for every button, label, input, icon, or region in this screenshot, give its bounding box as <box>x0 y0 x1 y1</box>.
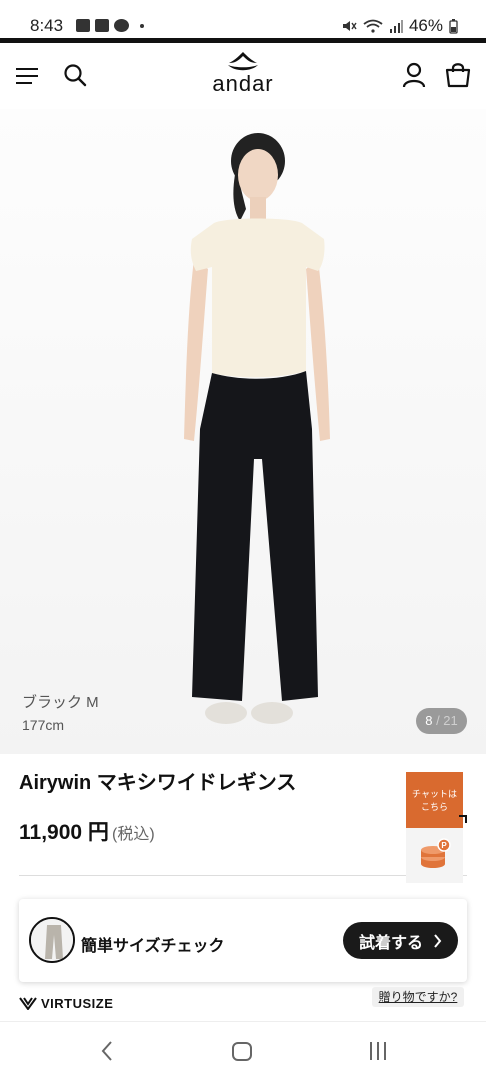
product-image-carousel[interactable]: ブラック M 177cm 8 / 21 <box>0 109 486 754</box>
try-on-button-label: 試着する <box>358 934 423 952</box>
line-icon <box>114 19 129 32</box>
home-icon[interactable] <box>232 1042 252 1061</box>
size-check-label: 簡単サイズチェック <box>81 938 225 955</box>
size-check-card[interactable]: 簡単サイズチェック 試着する <box>19 899 467 982</box>
product-title: Airywin マキシワイドレギンス <box>19 772 297 794</box>
user-icon[interactable] <box>402 62 426 88</box>
system-nav-bar <box>0 1021 486 1080</box>
mute-icon <box>342 21 357 31</box>
news-icon <box>95 19 109 32</box>
status-time: 8:43 <box>30 16 64 35</box>
variant-label: ブラック M <box>22 694 99 711</box>
svg-text:P: P <box>441 841 447 850</box>
chat-line-1: チャットは <box>412 789 457 799</box>
model-height-label: 177cm <box>22 717 65 733</box>
wifi-icon <box>363 19 383 33</box>
product-thumbnail <box>29 917 75 963</box>
virtusize-logo-icon <box>19 997 37 1010</box>
gift-link[interactable]: 贈り物ですか? <box>372 987 464 1007</box>
brand-logo[interactable]: andar <box>203 51 283 107</box>
logo-mark-icon <box>228 52 258 71</box>
pants-thumbnail-icon <box>31 919 73 961</box>
site-header: andar <box>0 43 486 109</box>
model-photo <box>184 133 330 724</box>
search-icon[interactable] <box>63 63 87 87</box>
shopping-bag-icon[interactable] <box>445 62 471 88</box>
virtusize-brand: VIRTUSIZE <box>19 996 113 1011</box>
image-page-indicator: 8 / 21 <box>416 708 467 734</box>
back-icon[interactable] <box>100 1040 114 1062</box>
menu-icon[interactable] <box>16 68 38 84</box>
signal-icon <box>389 20 403 33</box>
more-notifications-icon <box>140 23 144 28</box>
battery-percent: 46% <box>408 16 443 35</box>
tax-note: (税込) <box>112 826 155 843</box>
recent-apps-icon[interactable] <box>370 1042 386 1060</box>
coin-stack-icon: P <box>421 838 451 868</box>
chevron-right-icon <box>434 933 442 948</box>
battery-icon <box>449 18 458 34</box>
divider <box>19 875 467 876</box>
image-icon <box>76 19 90 32</box>
system-icons: 46% <box>341 16 458 36</box>
try-on-button[interactable]: 試着する <box>343 922 458 959</box>
status-bar: 8:43 46% <box>0 0 486 40</box>
chat-button[interactable]: チャットは こちら <box>406 772 463 828</box>
notification-icons <box>76 19 144 32</box>
product-price: 11,900 円 <box>19 821 109 844</box>
virtusize-text: VIRTUSIZE <box>41 996 114 1011</box>
page-total: 21 <box>443 713 458 728</box>
chat-line-2: こちら <box>420 802 448 812</box>
chat-corner-bracket <box>459 815 467 823</box>
logo-text: andar <box>212 71 274 96</box>
points-button[interactable]: P <box>406 828 463 883</box>
